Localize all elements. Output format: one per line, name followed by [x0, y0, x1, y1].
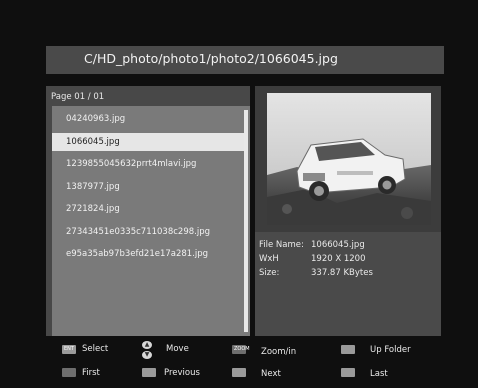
legend-previous: Previous	[164, 368, 200, 378]
dimensions-label: WxH	[259, 254, 279, 264]
next-key-icon	[232, 368, 246, 377]
legend-select: Select	[82, 344, 109, 354]
photo-preview-image	[267, 93, 431, 225]
file-list-item[interactable]: e95a35ab97b3efd21e17a281.jpg	[52, 245, 244, 263]
file-name-value: 1066045.jpg	[311, 240, 365, 250]
first-key-icon	[62, 368, 76, 377]
page-indicator: Page 01 / 01	[51, 92, 105, 102]
photo-preview-panel	[255, 86, 441, 232]
file-list-scrollbar[interactable]	[244, 110, 248, 332]
file-list-item[interactable]: 1066045.jpg	[52, 132, 244, 151]
file-list-item[interactable]: 1239855045632prrt4mlavi.jpg	[52, 155, 244, 173]
file-size-value: 337.87 KBytes	[311, 268, 373, 278]
up-folder-key-icon	[341, 345, 355, 354]
file-name-label: File Name:	[259, 240, 304, 250]
zoom-key-icon: ZOOM	[232, 345, 250, 354]
legend-move: Move	[166, 344, 189, 354]
file-name-row: File Name: 1066045.jpg	[259, 240, 365, 250]
dimensions-value: 1920 X 1200	[311, 254, 366, 264]
file-list-panel: Page 01 / 01 04240963.jpg 1066045.jpg 1239…	[46, 86, 250, 336]
file-list-item[interactable]: 27343451e0335c711038c298.jpg	[52, 223, 244, 241]
up-down-arrow-icon: ▲ ▼	[142, 341, 152, 359]
legend-zoom: Zoom/in	[261, 347, 297, 357]
path-title-bar: C/HD_photo/photo1/photo2/1066045.jpg	[46, 46, 444, 74]
enter-key-icon: ENT	[62, 345, 76, 354]
file-size-label: Size:	[259, 268, 280, 278]
dimensions-row: WxH 1920 X 1200	[259, 254, 366, 264]
file-list-item[interactable]: 2721824.jpg	[52, 200, 244, 218]
legend-up-folder: Up Folder	[370, 345, 411, 355]
previous-key-icon	[142, 368, 156, 377]
file-list-item[interactable]: 04240963.jpg	[52, 110, 244, 128]
legend-next: Next	[261, 369, 281, 379]
last-key-icon	[341, 368, 355, 377]
path-title: C/HD_photo/photo1/photo2/1066045.jpg	[84, 51, 338, 66]
remote-key-legend: ENT Select ▲ ▼ Move ZOOM Zoom/in Up Folde…	[46, 340, 444, 384]
media-browser-screen: C/HD_photo/photo1/photo2/1066045.jpg Pag…	[0, 0, 478, 388]
legend-last: Last	[370, 369, 388, 379]
file-size-row: Size: 337.87 KBytes	[259, 268, 373, 278]
file-info-panel: File Name: 1066045.jpg WxH 1920 X 1200 Siz…	[255, 232, 441, 336]
file-list-item[interactable]: 1387977.jpg	[52, 178, 244, 196]
suv-photo-thumbnail	[267, 93, 431, 225]
legend-first: First	[82, 368, 100, 378]
file-list: 04240963.jpg 1066045.jpg 1239855045632prrt…	[52, 106, 250, 336]
